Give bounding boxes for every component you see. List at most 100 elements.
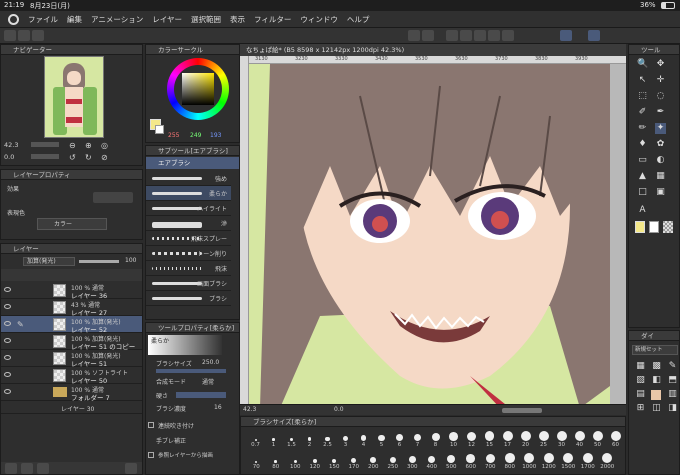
main-color-chip[interactable] bbox=[635, 221, 645, 233]
fill-icon[interactable] bbox=[460, 30, 472, 41]
eye-icon[interactable] bbox=[4, 321, 11, 326]
reference-row[interactable]: 参照レイヤーから描画 bbox=[146, 451, 231, 463]
brush-size-cell[interactable]: 5 bbox=[373, 431, 390, 448]
set-item-icon[interactable]: ▦ bbox=[635, 361, 646, 372]
set-item-icon[interactable]: ⊞ bbox=[635, 403, 646, 414]
pencil-tool-icon[interactable]: ✏ bbox=[637, 123, 648, 134]
hardness-row[interactable]: 硬さ bbox=[146, 391, 231, 403]
rotate-right-icon[interactable]: ↻ bbox=[85, 153, 92, 162]
hue-ring[interactable] bbox=[167, 58, 229, 120]
navigator-angle-value[interactable]: 0.0 bbox=[4, 153, 14, 161]
menu-selection[interactable]: 選択範囲 bbox=[191, 14, 221, 25]
layer-row[interactable]: 100 % 通常 レイヤー 36 bbox=[1, 282, 142, 300]
layer-row[interactable]: 100 % 加算(発光) レイヤー 51 のコピー bbox=[1, 333, 142, 351]
brush-size-cell[interactable]: 600 bbox=[462, 453, 481, 470]
fill-tool-icon[interactable]: ▲ bbox=[637, 171, 648, 182]
layer-row[interactable]: 43 % 通常 レイヤー 27 bbox=[1, 299, 142, 317]
rotate-left-icon[interactable]: ↺ bbox=[69, 153, 76, 162]
brush-item[interactable]: 強め bbox=[146, 171, 231, 186]
brush-size-cell[interactable]: 80 bbox=[267, 453, 286, 470]
canvas-angle-value[interactable]: 0.0 bbox=[334, 406, 344, 413]
transform-icon[interactable] bbox=[446, 30, 458, 41]
menu-window[interactable]: ウィンドウ bbox=[300, 14, 338, 25]
gradient-tool-icon[interactable]: ▦ bbox=[655, 171, 666, 182]
brush-size-cell[interactable]: 800 bbox=[501, 453, 520, 470]
brush-size-cell[interactable]: 7 bbox=[409, 431, 426, 448]
brush-size-cell[interactable]: 15 bbox=[481, 431, 498, 448]
set-item-icon[interactable]: ⬒ bbox=[667, 375, 678, 386]
set-item-icon[interactable]: ◫ bbox=[651, 403, 662, 414]
redo-icon[interactable] bbox=[422, 30, 434, 41]
artwork[interactable] bbox=[240, 56, 626, 408]
reset-rotation-icon[interactable]: ⊘ bbox=[101, 153, 108, 162]
operation-tool-icon[interactable]: ↖ bbox=[637, 75, 648, 86]
brush-size-cell[interactable]: 1700 bbox=[579, 453, 598, 470]
set-item-icon[interactable]: ▤ bbox=[635, 389, 646, 400]
canvas-scrollbar[interactable] bbox=[502, 408, 542, 413]
brush-item[interactable]: 飛沫 bbox=[146, 261, 231, 276]
zoom-out-icon[interactable]: ⊖ bbox=[69, 141, 76, 150]
menu-edit[interactable]: 編集 bbox=[67, 14, 82, 25]
brush-size-cell[interactable]: 40 bbox=[571, 431, 588, 448]
bucket-icon[interactable] bbox=[474, 30, 486, 41]
subtool-group[interactable]: エアブラシ bbox=[146, 157, 239, 169]
brush-size-value[interactable]: 250.0 bbox=[202, 359, 219, 366]
menu-filter[interactable]: フィルター bbox=[254, 14, 291, 25]
menu-animation[interactable]: アニメーション bbox=[91, 14, 143, 25]
brush-size-slider[interactable] bbox=[156, 369, 226, 373]
eye-icon[interactable] bbox=[4, 389, 11, 394]
brush-size-cell[interactable]: 25 bbox=[535, 431, 552, 448]
hardness-slider[interactable] bbox=[176, 392, 226, 398]
density-value[interactable]: 16 bbox=[214, 404, 222, 411]
layer-row-selected[interactable]: ✎ 100 % 加算(発光) レイヤー 52 bbox=[1, 316, 142, 334]
eye-icon[interactable] bbox=[4, 304, 11, 309]
move-tool-icon[interactable]: ✥ bbox=[655, 59, 666, 70]
select-icon[interactable] bbox=[488, 30, 500, 41]
save-icon[interactable] bbox=[32, 30, 44, 41]
brush-size-cell[interactable]: 0.7 bbox=[247, 431, 264, 448]
decoration-tool-icon[interactable]: ✿ bbox=[655, 139, 666, 150]
brush-size-cell[interactable]: 120 bbox=[306, 453, 325, 470]
brush-item[interactable]: 画面ブラシ bbox=[146, 276, 231, 291]
brush-size-cell[interactable]: 400 bbox=[423, 453, 442, 470]
set-item-icon[interactable]: ▧ bbox=[635, 375, 646, 386]
undo-icon[interactable] bbox=[408, 30, 420, 41]
brush-size-cell[interactable]: 3 bbox=[337, 431, 354, 448]
brush-size-cell[interactable]: 300 bbox=[403, 453, 422, 470]
set-item-icon[interactable]: ◧ bbox=[651, 375, 662, 386]
new-layer-icon[interactable] bbox=[5, 463, 17, 474]
new-vector-layer-icon[interactable] bbox=[21, 463, 33, 474]
blend-mode-select[interactable]: 加算(発光) bbox=[23, 257, 75, 266]
brush-tool-icon[interactable]: ♦ bbox=[637, 139, 648, 150]
sub-color-swatch[interactable] bbox=[155, 125, 164, 134]
eye-icon[interactable] bbox=[4, 338, 11, 343]
brush-size-cell[interactable]: 12 bbox=[463, 431, 480, 448]
text-tool-icon[interactable]: A bbox=[637, 205, 648, 216]
set-select[interactable]: 新規セット bbox=[632, 345, 678, 355]
brush-item[interactable]: ハイライト bbox=[146, 201, 231, 216]
brush-size-cell[interactable]: 170 bbox=[345, 453, 364, 470]
eye-icon[interactable] bbox=[4, 287, 11, 292]
brush-size-cell[interactable]: 2000 bbox=[598, 453, 617, 470]
menu-view[interactable]: 表示 bbox=[230, 14, 245, 25]
canvas[interactable] bbox=[240, 56, 626, 408]
airbrush-tool-icon[interactable]: ✦ bbox=[655, 123, 666, 134]
brush-size-cell[interactable]: 50 bbox=[589, 431, 606, 448]
layer-row[interactable]: レイヤー 30 bbox=[1, 401, 142, 414]
brush-size-cell[interactable]: 17 bbox=[499, 431, 516, 448]
open-icon[interactable] bbox=[18, 30, 30, 41]
opacity-slider[interactable] bbox=[79, 260, 119, 263]
menu-layer[interactable]: レイヤー bbox=[152, 14, 182, 25]
brush-item[interactable]: 飛沫スプレー bbox=[146, 231, 231, 246]
zoom-slider[interactable] bbox=[31, 142, 59, 147]
layer-row[interactable]: 100 % 加算(発光) レイヤー 51 bbox=[1, 350, 142, 368]
brush-size-cell[interactable]: 2.5 bbox=[319, 431, 336, 448]
sub-color-chip[interactable] bbox=[649, 221, 659, 233]
brush-size-cell[interactable]: 1000 bbox=[520, 453, 539, 470]
checkbox[interactable] bbox=[148, 422, 154, 428]
new-folder-icon[interactable] bbox=[37, 463, 49, 474]
app-logo-icon[interactable] bbox=[8, 13, 19, 25]
layer-row-folder[interactable]: 100 % 通常 フォルダー 7 bbox=[1, 384, 142, 402]
brush-size-cell[interactable]: 60 bbox=[607, 431, 624, 448]
brush-item[interactable]: ブラシ bbox=[146, 291, 231, 306]
